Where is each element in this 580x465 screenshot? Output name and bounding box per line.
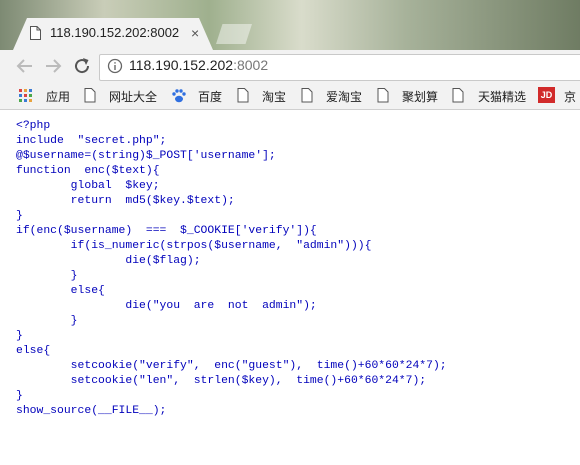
code-line: show_source(__FILE__);	[16, 405, 167, 417]
bookmark-juhuasuan[interactable]: 聚划算	[402, 88, 438, 105]
code-line: function enc($text){	[16, 165, 160, 177]
apps-grid-icon[interactable]	[18, 85, 34, 105]
page-icon	[377, 88, 389, 103]
php-source-code: <?php include "secret.php"; @$username=(…	[16, 119, 447, 419]
bookmark-apps[interactable]: 应用	[46, 88, 70, 105]
bookmark-aitaobao[interactable]: 爱淘宝	[326, 88, 362, 105]
bookmark-wangzhidaquan[interactable]: 网址大全	[109, 88, 157, 105]
code-line: if(is_numeric(strpos($username, "admin")…	[16, 240, 372, 252]
page-icon	[237, 88, 249, 103]
bookmark-taobao[interactable]: 淘宝	[262, 88, 286, 105]
code-line: }	[16, 210, 23, 222]
code-line: @$username=(string)$_POST['username'];	[16, 150, 276, 162]
code-line: setcookie("len", strlen($key), time()+60…	[16, 375, 427, 387]
code-line: global $key;	[16, 180, 160, 192]
code-line: die($flag);	[16, 255, 201, 267]
page-icon	[452, 88, 464, 103]
code-line: return md5($key.$text);	[16, 195, 235, 207]
jd-icon: JD	[538, 87, 555, 103]
url-host: 118.190.152.202	[129, 57, 234, 73]
close-tab-icon[interactable]: ×	[191, 25, 199, 41]
back-arrow-icon[interactable]	[14, 55, 36, 77]
bookmark-jd[interactable]: 京	[564, 88, 576, 105]
code-line: else{	[16, 345, 51, 357]
code-line: die("you are not admin");	[16, 300, 317, 312]
address-text: 118.190.152.202:8002	[129, 57, 268, 73]
code-line: <?php	[16, 120, 51, 132]
code-line: }	[16, 315, 78, 327]
code-line: }	[16, 390, 23, 402]
bookmark-tianmaojingxuan[interactable]: 天猫精选	[478, 88, 526, 105]
tab-title: 118.190.152.202:8002	[50, 25, 180, 40]
baidu-paw-icon	[172, 89, 186, 103]
code-line: }	[16, 330, 23, 342]
code-line: if(enc($username) === $_COOKIE['verify']…	[16, 225, 317, 237]
bookmark-baidu[interactable]: 百度	[198, 88, 222, 105]
code-line: }	[16, 270, 78, 282]
forward-arrow-icon[interactable]	[42, 55, 64, 77]
page-icon	[30, 26, 41, 40]
page-icon	[84, 88, 96, 103]
reload-icon[interactable]	[71, 55, 93, 77]
code-line: include "secret.php";	[16, 135, 167, 147]
info-icon[interactable]	[107, 58, 123, 74]
code-line: setcookie("verify", enc("guest"), time()…	[16, 360, 447, 372]
code-line: else{	[16, 285, 105, 297]
page-icon	[301, 88, 313, 103]
url-port: :8002	[233, 57, 269, 73]
